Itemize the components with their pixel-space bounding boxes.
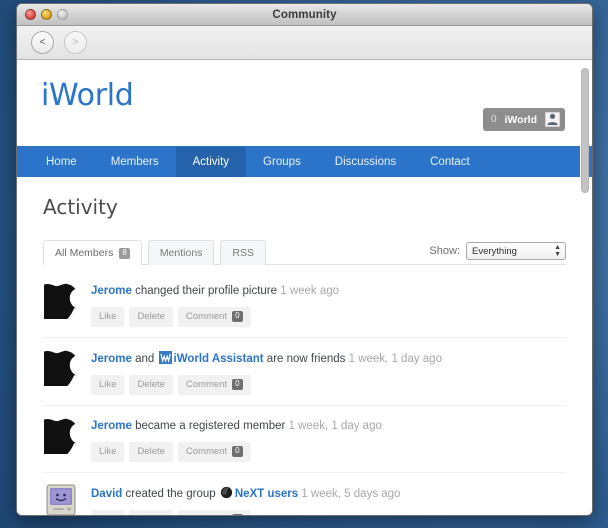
activity-user-link[interactable]: Jerome [91,285,132,297]
user-menu-button[interactable]: 0 iWorld [482,108,565,131]
activity-action: changed their profile picture [131,285,281,297]
activity-user-link[interactable]: Jerome [91,353,132,365]
activity-body: Jerome became a registered member 1 week… [91,418,566,462]
comment-count-badge: 0 [232,379,243,390]
list-item: Jerome changed their profile picture 1 w… [43,271,566,338]
nav-item-groups[interactable]: Groups [246,147,318,177]
activity-time: 1 week ago [280,285,340,297]
comment-label: Comment [186,514,227,515]
apple-logo-avatar[interactable] [43,418,79,454]
comment-button[interactable]: Comment 0 [177,307,251,327]
delete-button[interactable]: Delete [129,375,173,395]
nav-item-discussions[interactable]: Discussions [318,147,413,177]
show-label: Show: [429,245,460,257]
browser-window: Community < > iWorld 0 iWorld Home Membe… [16,3,593,516]
delete-button[interactable]: Delete [129,307,173,327]
tab-mentions[interactable]: Mentions [147,240,215,265]
activity-time: 1 week, 5 days ago [301,488,401,500]
activity-text: Jerome changed their profile picture 1 w… [91,284,566,299]
forward-button[interactable]: > [64,31,87,54]
activity-time: 1 week, 1 day ago [348,353,442,365]
activity-text: David created the group NeXT users 1 wee… [91,486,566,502]
activity-actions: Like Delete Comment 0 [91,510,566,515]
like-button[interactable]: Like [91,510,125,515]
activity-tabs: All Members 8 Mentions RSS [43,239,267,265]
webpage-content: iWorld 0 iWorld Home Members Activity Gr… [17,60,592,515]
comment-count-badge: 0 [232,446,243,457]
window-title: Community [272,8,337,21]
apple-logo-avatar[interactable] [43,283,79,319]
activity-actions: Like Delete Comment 0 [91,442,566,462]
like-button[interactable]: Like [91,375,125,395]
list-item: Jerome became a registered member 1 week… [43,406,566,473]
activity-list: Jerome changed their profile picture 1 w… [43,265,566,515]
activity-text: Jerome and iWorld Assistant are now frie… [91,351,566,367]
classic-mac-avatar[interactable] [43,484,79,515]
browser-toolbar: < > [17,26,592,60]
activity-target-link[interactable]: NeXT users [235,488,298,500]
comment-button[interactable]: Comment 0 [177,375,251,395]
comment-count-badge: 0 [232,514,243,515]
main-content: Activity All Members 8 Mentions RSS Show [17,177,592,515]
stepper-arrows-icon: ▲ ▼ [554,244,561,258]
activity-actions: Like Delete Comment 0 [91,307,566,327]
activity-body: David created the group NeXT users 1 wee… [91,485,566,515]
activity-user-link[interactable]: Jerome [91,420,132,432]
activity-action-after: are now friends [263,353,349,365]
comment-count-badge: 0 [232,311,243,322]
delete-button[interactable]: Delete [129,442,173,462]
show-select[interactable]: Everything ▲ ▼ [466,242,566,260]
notification-count: 0 [490,114,497,125]
tab-mentions-label: Mentions [159,247,203,259]
list-item: David created the group NeXT users 1 wee… [43,473,566,515]
activity-action: became a registered member [131,420,289,432]
person-avatar-icon [545,112,560,127]
activity-filter: Show: Everything ▲ ▼ [429,242,566,264]
tab-all-members[interactable]: All Members 8 [43,240,142,265]
activity-body: Jerome and iWorld Assistant are now frie… [91,350,566,395]
next-logo-avatar[interactable] [220,486,233,499]
back-button[interactable]: < [31,31,54,54]
activity-tabs-row: All Members 8 Mentions RSS Show: Everyth… [43,237,566,265]
comment-label: Comment [185,446,228,457]
activity-body: Jerome changed their profile picture 1 w… [91,283,566,327]
activity-text: Jerome became a registered member 1 week… [91,419,566,434]
username-label: iWorld [504,113,537,126]
activity-target-link[interactable]: iWorld Assistant [174,353,264,365]
activity-time: 1 week, 1 day ago [288,420,382,432]
comment-button[interactable]: Comment 0 [177,442,251,462]
activity-action: created the group [122,488,219,500]
nav-item-home[interactable]: Home [29,147,94,177]
tab-all-members-badge: 8 [119,247,130,259]
iworld-assistant-avatar[interactable] [158,351,172,364]
show-select-value: Everything [472,245,517,257]
delete-button[interactable]: Delete [129,510,173,515]
site-header: iWorld 0 iWorld [17,60,592,146]
comment-button[interactable]: Comment 0 [177,510,251,515]
apple-logo-avatar[interactable] [43,350,79,386]
activity-action: and [131,353,158,365]
tab-rss[interactable]: RSS [220,240,267,265]
window-titlebar: Community [17,4,592,26]
nav-item-activity[interactable]: Activity [175,147,247,177]
activity-actions: Like Delete Comment 0 [91,375,566,395]
activity-user-link[interactable]: David [91,488,122,500]
page-title: Activity [43,195,118,219]
tab-rss-label: RSS [232,247,255,259]
comment-label: Comment [185,311,228,322]
like-button[interactable]: Like [91,307,125,327]
like-button[interactable]: Like [91,442,125,462]
comment-label: Comment [185,379,228,390]
nav-item-contact[interactable]: Contact [413,147,487,177]
tab-all-members-label: All Members [55,247,114,259]
site-nav: Home Members Activity Groups Discussions… [17,146,592,177]
page-scrollbar-thumb[interactable] [581,68,589,193]
list-item: Jerome and iWorld Assistant are now frie… [43,338,566,406]
nav-item-members[interactable]: Members [94,147,176,177]
